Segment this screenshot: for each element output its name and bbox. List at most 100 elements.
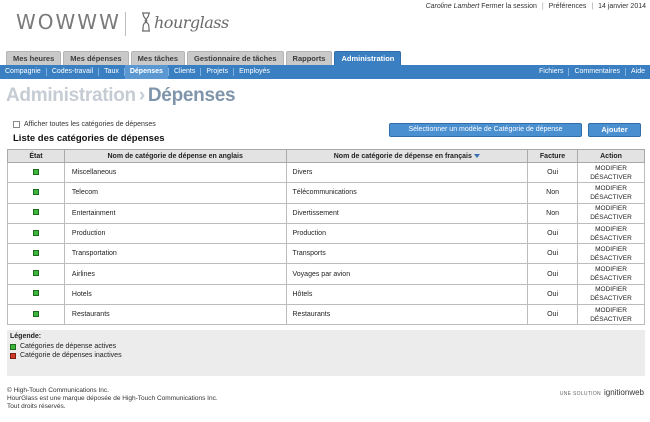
row-invoice: Oui [527, 222, 579, 245]
main-tabs: Mes heures Mes dépenses Mes tâches Gesti… [6, 51, 403, 65]
row-name-en: Transportation [63, 243, 287, 265]
row-state [7, 222, 65, 245]
header-name-fr[interactable]: Nom de catégorie de dépense en français [285, 149, 529, 163]
active-status-icon [32, 209, 39, 216]
modify-link[interactable]: MODIFIER [578, 204, 644, 213]
legend-active-label: Catégories de dépense actives [20, 343, 117, 350]
footer-brand[interactable]: UNE SOLUTION ignitionweb [560, 388, 644, 397]
preferences-link[interactable]: Préférences [549, 3, 587, 10]
inactive-square-icon [10, 352, 16, 359]
row-state [7, 283, 65, 306]
subnav-company[interactable]: Compagnie [0, 65, 46, 79]
deactivate-link[interactable]: DÉSACTIVER [578, 173, 644, 182]
legend-title: Légende: [10, 333, 42, 340]
deactivate-link[interactable]: DÉSACTIVER [578, 254, 644, 263]
table-header-row: État Nom de catégorie de dépense en angl… [7, 149, 645, 163]
deactivate-link[interactable]: DÉSACTIVER [578, 315, 644, 324]
modify-link[interactable]: MODIFIER [578, 285, 644, 294]
tab-task-manager[interactable]: Gestionnaire de tâches [187, 51, 284, 65]
subnav-clients[interactable]: Clients [169, 65, 200, 79]
breadcrumb-current: Dépenses [147, 85, 236, 106]
header-name-fr-label: Nom de catégorie de dépense en français [333, 152, 472, 160]
hourglass-wordmark: hourglass [154, 12, 229, 32]
sort-desc-icon [473, 153, 480, 158]
row-name-fr: Télécommunications [285, 182, 529, 204]
row-name-fr: Divertissement [285, 202, 529, 224]
row-invoice: Oui [527, 283, 579, 306]
table-row: Telecom Télécommunications Non MODIFIER DÉSA… [7, 182, 645, 204]
active-status-icon [32, 168, 39, 175]
row-name-en: Hotels [63, 283, 287, 306]
row-name-en: Telecom [63, 182, 287, 204]
table-row: Production Production Oui MODIFIER DÉSACTIVE… [7, 222, 645, 245]
subnav-right: Fichiers Commentaires Aide [534, 65, 650, 79]
modify-link[interactable]: MODIFIER [578, 225, 644, 234]
modify-link[interactable]: MODIFIER [578, 164, 644, 173]
subnav-expenses[interactable]: Dépenses [124, 65, 168, 79]
row-name-fr: Divers [285, 161, 529, 184]
table-row: Airlines Voyages par avion Oui MODIFIER DÉSA… [7, 263, 645, 285]
deactivate-link[interactable]: DÉSACTIVER [578, 213, 644, 222]
active-status-icon [32, 290, 39, 297]
tab-my-hours[interactable]: Mes heures [6, 51, 62, 65]
tab-my-expenses[interactable]: Mes dépenses [63, 51, 129, 65]
deactivate-link[interactable]: DÉSACTIVER [578, 234, 644, 243]
row-invoice: Non [527, 182, 579, 204]
active-status-icon [32, 249, 39, 256]
row-name-en: Restaurants [63, 304, 287, 326]
modify-link[interactable]: MODIFIER [578, 306, 644, 315]
subnav-work-codes[interactable]: Codes-travail [47, 65, 98, 79]
subnav-rates[interactable]: Taux [99, 65, 124, 79]
legend-inactive-label: Catégorie de dépenses inactives [20, 352, 122, 359]
row-name-en: Miscellaneous [63, 161, 287, 184]
modify-link[interactable]: MODIFIER [578, 245, 644, 254]
expense-categories-table: État Nom de catégorie de dépense en angl… [7, 149, 645, 326]
tab-reports[interactable]: Rapports [285, 51, 333, 65]
deactivate-link[interactable]: DÉSACTIVER [578, 193, 644, 202]
user-name: Caroline Lambert [425, 3, 480, 10]
breadcrumb-administration[interactable]: Administration [6, 85, 136, 106]
modify-link[interactable]: MODIFIER [578, 265, 644, 274]
legend: Légende: Catégories de dépense actives C… [7, 330, 645, 376]
tab-administration[interactable]: Administration [334, 51, 402, 65]
footer-rights: Tout droits réservés. [7, 403, 66, 410]
subnav-help[interactable]: Aide [626, 65, 650, 79]
subnav-comments[interactable]: Commentaires [569, 65, 625, 79]
deactivate-link[interactable]: DÉSACTIVER [578, 274, 644, 283]
subnav-files[interactable]: Fichiers [534, 65, 569, 79]
row-name-fr: Production [285, 222, 529, 245]
row-state [7, 161, 65, 184]
row-actions: MODIFIER DÉSACTIVER [577, 202, 645, 224]
row-name-en: Production [63, 222, 287, 245]
row-invoice: Oui [527, 161, 579, 184]
logout-link[interactable]: Fermer la session [481, 3, 537, 10]
tab-my-tasks[interactable]: Mes tâches [130, 51, 185, 65]
active-status-icon [32, 310, 39, 317]
subnav-employees[interactable]: Employés [234, 65, 275, 79]
header-state: État [7, 149, 65, 163]
deactivate-link[interactable]: DÉSACTIVER [578, 294, 644, 303]
row-invoice: Oui [527, 263, 579, 285]
hourglass-logo: hourglass [140, 12, 229, 32]
footer: © High-Touch Communications Inc. HourGla… [7, 387, 218, 411]
row-name-fr: Voyages par avion [285, 263, 529, 285]
row-actions: MODIFIER DÉSACTIVER [577, 283, 645, 306]
active-status-icon [32, 188, 39, 195]
row-actions: MODIFIER DÉSACTIVER [577, 304, 645, 326]
subnav-projects[interactable]: Projets [201, 65, 233, 79]
select-model-button[interactable]: Sélectionner un modèle de Catégorie de d… [389, 123, 582, 137]
show-all-label[interactable]: Afficher toutes les catégories de dépens… [24, 121, 156, 128]
add-button[interactable]: Ajouter [588, 123, 641, 137]
header-name-en[interactable]: Nom de catégorie de dépense en anglais [63, 149, 287, 163]
hourglass-icon [142, 12, 150, 32]
wowww-logo: WOWWW [16, 10, 121, 34]
show-all-checkbox[interactable] [13, 121, 20, 128]
active-status-icon [32, 270, 39, 277]
footer-trademark: HourGlass est une marque déposée de High… [7, 395, 218, 402]
modify-link[interactable]: MODIFIER [578, 184, 644, 193]
row-actions: MODIFIER DÉSACTIVER [577, 161, 645, 184]
footer-copyright: © High-Touch Communications Inc. [7, 387, 109, 394]
header-invoice[interactable]: Facture [527, 149, 579, 163]
row-state [7, 263, 65, 285]
row-name-fr: Transports [285, 243, 529, 265]
